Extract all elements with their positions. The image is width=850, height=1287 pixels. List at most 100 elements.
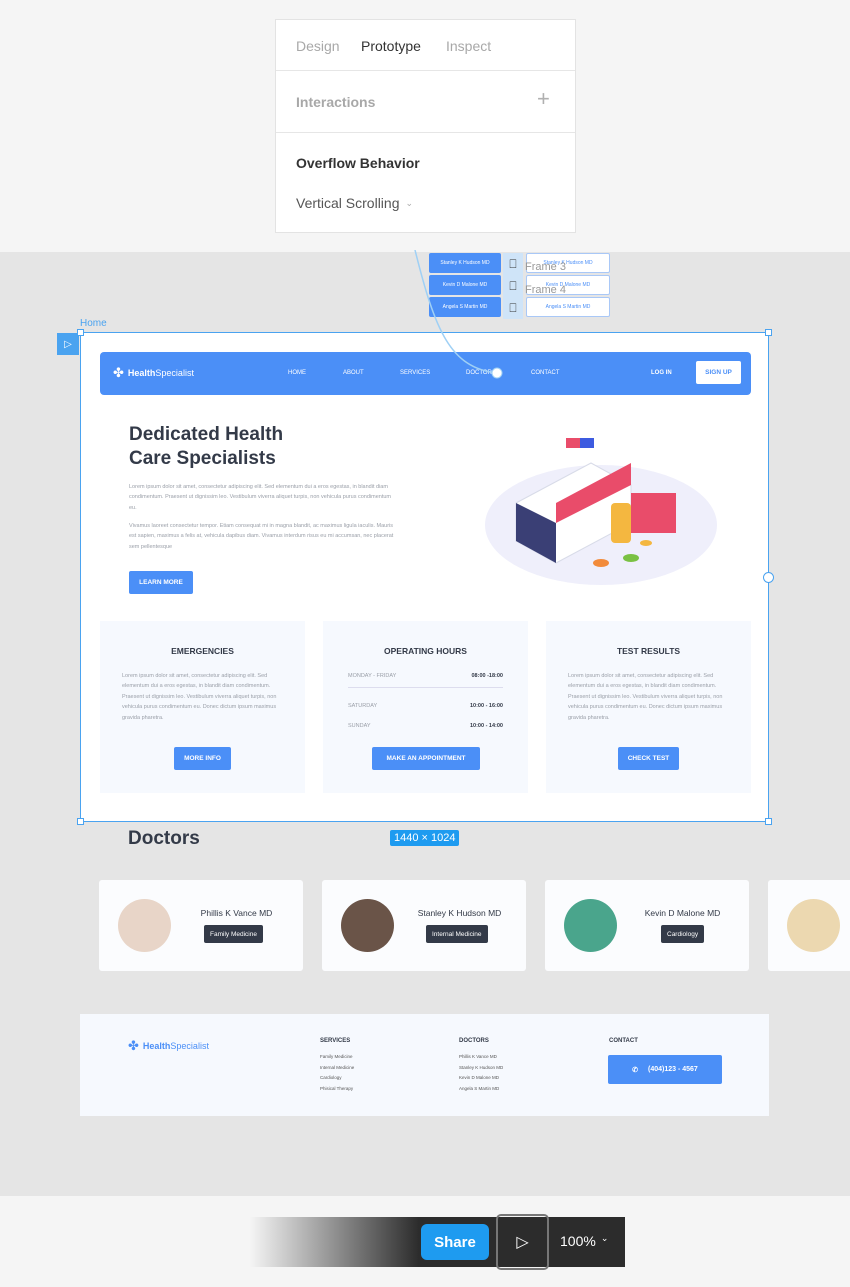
resize-handle[interactable] <box>77 818 84 825</box>
resize-handle[interactable] <box>765 329 772 336</box>
card-text: Lorem ipsum dolor sit amet, consectetur … <box>122 673 277 721</box>
card-title: TEST RESULTS <box>616 646 681 656</box>
divider <box>276 132 575 133</box>
footer-link[interactable]: Family Medicine <box>320 1052 354 1063</box>
doctor-card[interactable] <box>768 880 850 971</box>
overflow-behavior-label: Overflow Behavior <box>296 155 420 171</box>
logo-light: Specialist <box>155 368 194 378</box>
hero-paragraph: Vivamus laoreet consectetur tempor. Etia… <box>129 523 394 550</box>
footer-logo[interactable]: ✤ HealthSpecialist <box>128 1038 209 1054</box>
phone-button[interactable]: ✆ (404)123 - 4567 <box>608 1055 722 1084</box>
doctor-avatar <box>564 899 617 952</box>
flow-start-icon[interactable]: ▷ <box>57 333 79 355</box>
prototype-connection-line <box>414 250 503 379</box>
add-interaction-icon[interactable]: + <box>537 86 550 112</box>
footer-link[interactable]: Phisical Therapy <box>320 1084 354 1095</box>
overflow-select[interactable]: Vertical Scrolling ⌄ <box>296 195 413 211</box>
presentation-toolbar: Share ▷ 100% ⌄ <box>250 1214 625 1270</box>
divider <box>276 70 575 71</box>
footer-services-list: Family Medicine Internal Medicine Cardiolo… <box>320 1052 354 1094</box>
logo-icon: ✤ <box>128 1038 139 1053</box>
hours-row: SUNDAY 10:00 - 14:00 <box>348 723 503 729</box>
footer-contact-heading: CONTACT <box>609 1038 638 1044</box>
hours-row: SATURDAY 10:00 - 16:00 <box>348 703 503 709</box>
hero-paragraph: Lorem ipsum dolor sit amet, consectetur … <box>129 484 391 511</box>
hero-title-line: Care Specialists <box>129 448 276 469</box>
footer-doctors-list: Phillis K Vance MD Stanley K Hudson MD Kev… <box>459 1052 503 1094</box>
time: 10:00 - 14:00 <box>469 723 503 729</box>
footer-services-heading: SERVICES <box>320 1038 351 1044</box>
logo-icon: ✤ <box>113 365 124 380</box>
nav-about[interactable]: ABOUT <box>343 370 364 376</box>
doctor-avatar <box>118 899 171 952</box>
phone-icon: ✆ <box>632 1066 639 1074</box>
ambulance-illustration <box>485 438 717 585</box>
share-button[interactable]: Share <box>421 1224 489 1260</box>
make-appointment-button[interactable]: MAKE AN APPOINTMENT <box>372 747 480 770</box>
home-frame[interactable]: ✤ HealthSpecialist HOME ABOUT SERVICES D… <box>77 329 774 825</box>
overflow-value: Vertical Scrolling <box>296 195 400 211</box>
doctor-card[interactable]: Stanley K Hudson MD Internal Medicine <box>322 880 526 971</box>
emergencies-card: EMERGENCIES Lorem ipsum dolor sit amet, … <box>100 621 305 793</box>
logo-light: Specialist <box>170 1041 209 1051</box>
tab-inspect[interactable]: Inspect <box>446 38 491 54</box>
more-info-button[interactable]: MORE INFO <box>174 747 231 770</box>
day: SATURDAY <box>348 703 378 709</box>
doctor-card[interactable]: Phillis K Vance MD Family Medicine <box>99 880 303 971</box>
footer-link[interactable]: Stanley K Hudson MD <box>459 1063 503 1074</box>
footer-link[interactable]: Kevin D Malone MD <box>459 1073 503 1084</box>
zoom-level: 100% <box>560 1233 596 1249</box>
time: 10:00 - 16:00 <box>469 703 503 709</box>
doctor-avatar <box>341 899 394 952</box>
card-title: EMERGENCIES <box>171 646 234 656</box>
nav-home[interactable]: HOME <box>288 370 306 376</box>
device-icon: ⎕ <box>509 256 517 271</box>
site-footer: ✤ HealthSpecialist SERVICES Family Medic… <box>80 1014 769 1116</box>
test-results-card: TEST RESULTS Lorem ipsum dolor sit amet,… <box>546 621 751 793</box>
doctor-avatar <box>787 899 840 952</box>
zoom-select[interactable]: 100% ⌄ <box>560 1233 608 1249</box>
doctor-name: Phillis K Vance MD <box>200 908 273 918</box>
resize-handle[interactable] <box>765 818 772 825</box>
learn-more-button[interactable]: LEARN MORE <box>129 571 193 594</box>
check-test-button[interactable]: CHECK TEST <box>618 747 679 770</box>
tab-prototype[interactable]: Prototype <box>361 38 421 54</box>
footer-link[interactable]: Phillis K Vance MD <box>459 1052 503 1063</box>
time: 08:00 -18:00 <box>471 673 504 679</box>
nav-contact[interactable]: CONTACT <box>531 370 560 376</box>
interactions-label: Interactions <box>296 94 376 110</box>
specialty-tag: Family Medicine <box>204 925 263 943</box>
doctors-title: Doctors <box>128 828 200 849</box>
hero-title-line: Dedicated Health <box>129 424 284 445</box>
play-icon[interactable]: ▷ <box>496 1214 549 1270</box>
footer-link[interactable]: Angela S Martin MD <box>459 1084 503 1095</box>
flow-button[interactable]: Angela S Martin MD <box>526 297 610 317</box>
doctor-card[interactable]: Kevin D Malone MD Cardiology <box>545 880 749 971</box>
day: SUNDAY <box>348 723 371 729</box>
footer-link[interactable]: Cardiology <box>320 1073 354 1084</box>
frame-3-label: Frame 3 <box>525 261 566 273</box>
hours-list: MONDAY - FRIDAY 08:00 -18:00 SATURDAY 10:0… <box>348 673 503 729</box>
hero-title: Dedicated Health Care Specialists <box>129 423 283 471</box>
resize-handle[interactable] <box>77 329 84 336</box>
doctor-name: Kevin D Malone MD <box>644 908 721 918</box>
chevron-down-icon: ⌄ <box>405 197 414 208</box>
frame-label[interactable]: Home <box>80 318 107 329</box>
operating-hours-card: OPERATING HOURS MONDAY - FRIDAY 08:00 -18… <box>323 621 528 793</box>
hours-row: MONDAY - FRIDAY 08:00 -18:00 <box>348 673 503 688</box>
device-icon: ⎕ <box>509 300 517 315</box>
tab-design[interactable]: Design <box>296 38 340 54</box>
specialty-tag: Internal Medicine <box>426 925 488 943</box>
site-logo[interactable]: ✤ HealthSpecialist <box>113 365 194 381</box>
signup-button[interactable]: SIGN UP <box>696 361 741 384</box>
day: MONDAY - FRIDAY <box>348 673 397 679</box>
prototype-panel: Design Prototype Inspect Interactions + … <box>275 19 576 233</box>
footer-doctors-heading: DOCTORS <box>459 1038 489 1044</box>
connection-handle[interactable] <box>763 572 774 583</box>
footer-link[interactable]: Internal Medicine <box>320 1063 354 1074</box>
specialty-tag: Cardiology <box>661 925 705 943</box>
login-link[interactable]: LOG IN <box>651 370 672 376</box>
frame-4-label: Frame 4 <box>525 284 566 296</box>
chevron-down-icon: ⌄ <box>600 1233 609 1243</box>
logo-bold: Health <box>127 368 156 378</box>
